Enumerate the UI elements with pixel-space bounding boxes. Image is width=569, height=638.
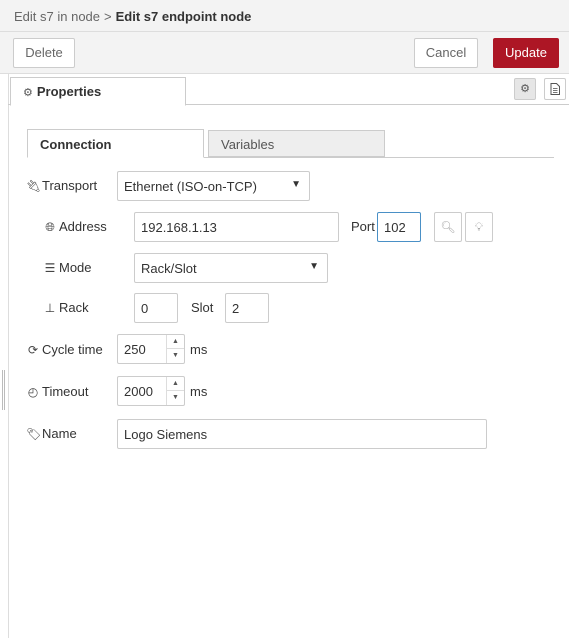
- timeout-stepper[interactable]: 2000 ▲ ▼: [117, 376, 185, 406]
- breadcrumb-separator: >: [104, 9, 112, 24]
- port-input[interactable]: 102: [377, 212, 421, 242]
- properties-tab-bar: ⚙ Properties ⚙: [8, 74, 569, 106]
- cycle-time-stepper[interactable]: 250 ▲ ▼: [117, 334, 185, 364]
- rack-input-value: 0: [141, 301, 149, 316]
- sitemap-icon: ⊥: [44, 301, 56, 315]
- name-input-value: Logo Siemens: [124, 427, 208, 442]
- rack-label-text: Rack: [59, 300, 89, 315]
- cycle-time-label-text: Cycle time: [42, 342, 103, 357]
- address-input-value: 192.168.1.13: [141, 220, 217, 235]
- clock-icon: ◴: [27, 385, 39, 399]
- globe-icon: 🌐︎: [45, 220, 55, 234]
- decrement-icon[interactable]: ▼: [167, 391, 184, 405]
- slot-input-value: 2: [232, 301, 240, 316]
- timeout-spinner: ▲ ▼: [166, 377, 184, 405]
- port-label: Port: [351, 219, 375, 234]
- tab-properties[interactable]: ⚙ Properties: [10, 77, 186, 106]
- address-input[interactable]: 192.168.1.13: [134, 212, 339, 242]
- resize-handle[interactable]: [2, 370, 5, 410]
- timeout-value: 2000: [124, 384, 153, 399]
- tag-icon: 🏷︎: [26, 427, 42, 441]
- mode-label: ☰ Mode: [43, 260, 92, 275]
- tab-connection[interactable]: Connection: [27, 129, 204, 158]
- breadcrumb-parent[interactable]: Edit s7 in node: [14, 9, 100, 24]
- mode-select[interactable]: Rack/Slot ▼: [134, 253, 328, 283]
- settings-tab-button[interactable]: ⚙: [514, 78, 536, 100]
- timeout-label: ◴ Timeout: [26, 384, 89, 399]
- increment-icon[interactable]: ▲: [167, 335, 184, 349]
- page-title: Edit s7 endpoint node: [115, 9, 252, 24]
- lightbulb-icon: 💡︎: [474, 220, 484, 234]
- mode-select-value: Rack/Slot: [141, 261, 197, 276]
- port-input-value: 102: [384, 220, 406, 235]
- cancel-button[interactable]: Cancel: [414, 38, 478, 68]
- name-label-text: Name: [42, 426, 77, 441]
- cycle-time-spinner: ▲ ▼: [166, 335, 184, 363]
- description-tab-button[interactable]: [544, 78, 566, 100]
- file-icon: [550, 83, 560, 95]
- search-button[interactable]: 🔍︎: [434, 212, 462, 242]
- rack-input[interactable]: 0: [134, 293, 178, 323]
- chevron-down-icon: ▼: [291, 179, 301, 190]
- tab-variables[interactable]: Variables: [208, 130, 385, 157]
- cycle-time-value: 250: [124, 342, 146, 357]
- update-button[interactable]: Update: [493, 38, 559, 68]
- slot-label: Slot: [191, 300, 214, 315]
- search-icon: 🔍︎: [440, 220, 456, 234]
- address-label: 🌐︎ Address: [43, 219, 107, 235]
- timeout-label-text: Timeout: [42, 384, 89, 399]
- transport-select-value: Ethernet (ISO-on-TCP): [124, 179, 257, 194]
- transport-label: 🔌︎Transport: [26, 178, 97, 193]
- refresh-icon: ⟳: [27, 343, 39, 357]
- name-input[interactable]: Logo Siemens: [117, 419, 487, 449]
- decrement-icon[interactable]: ▼: [167, 349, 184, 363]
- transport-select[interactable]: Ethernet (ISO-on-TCP) ▼: [117, 171, 310, 201]
- plug-icon: 🔌︎: [26, 179, 42, 193]
- rack-label: ⊥ Rack: [43, 300, 89, 315]
- mode-label-text: Mode: [59, 260, 92, 275]
- sliders-icon: ☰: [44, 261, 56, 275]
- slot-input[interactable]: 2: [225, 293, 269, 323]
- sub-tab-bar: Connection Variables: [27, 129, 554, 158]
- transport-label-text: Transport: [42, 178, 98, 193]
- chevron-down-icon: ▼: [309, 261, 319, 272]
- cycle-time-label: ⟳ Cycle time: [26, 342, 103, 357]
- increment-icon[interactable]: ▲: [167, 377, 184, 391]
- lightbulb-button[interactable]: 💡︎: [465, 212, 493, 242]
- toolbar: Delete Cancel Update: [0, 32, 569, 74]
- name-label: 🏷︎Name: [26, 426, 77, 441]
- gear-icon: ⚙: [23, 87, 33, 99]
- gear-icon: ⚙: [520, 83, 530, 95]
- cycle-time-unit: ms: [190, 342, 208, 357]
- breadcrumb: Edit s7 in node > Edit s7 endpoint node: [0, 0, 569, 32]
- tab-properties-label: Properties: [36, 84, 102, 99]
- timeout-unit: ms: [190, 384, 208, 399]
- delete-button[interactable]: Delete: [13, 38, 75, 68]
- address-label-text: Address: [59, 219, 107, 234]
